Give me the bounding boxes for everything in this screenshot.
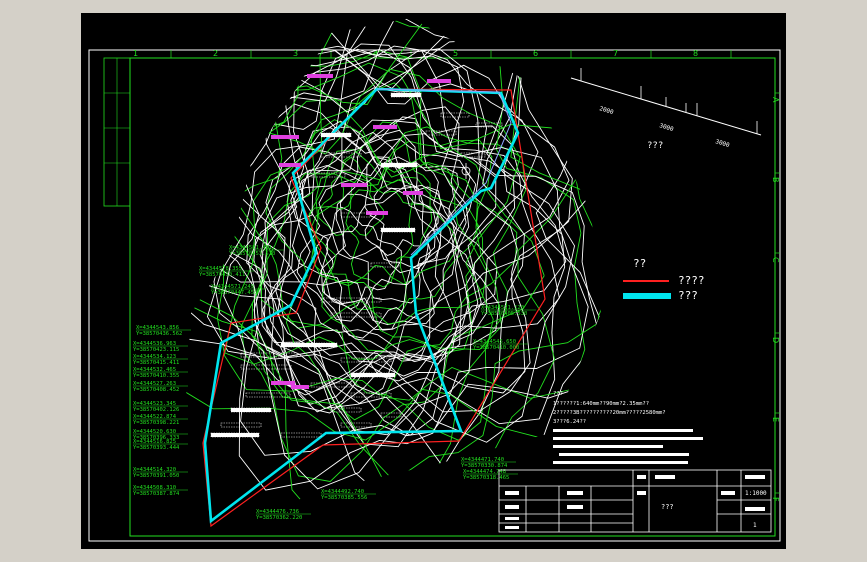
elevation-text-block bbox=[380, 412, 402, 418]
legend: ?? ???? ??? bbox=[623, 257, 705, 302]
coordinate-y-label: Y=38570402.126 bbox=[133, 407, 179, 413]
elevation-text-block bbox=[320, 132, 352, 138]
grid-column-number: 5 bbox=[453, 49, 458, 58]
contour-line bbox=[181, 18, 525, 413]
legend-label: ???? bbox=[678, 274, 705, 287]
grid-row-letter: F bbox=[771, 497, 780, 502]
elevation-text-block bbox=[440, 112, 470, 118]
coordinate-y-label: Y=38570387.874 bbox=[133, 491, 180, 497]
scale-caption: ??? bbox=[647, 141, 663, 151]
grid-column-number: 7 bbox=[613, 49, 618, 58]
grid-column-number: 6 bbox=[533, 49, 538, 58]
grid-row-letter: A bbox=[771, 97, 780, 103]
notes-line: 3???6.24?? bbox=[553, 419, 586, 425]
elevation-text-block bbox=[230, 407, 272, 413]
grid-column-number: 1 bbox=[133, 49, 138, 58]
legend-title: ?? bbox=[633, 257, 646, 270]
elevation-text-block bbox=[380, 162, 418, 168]
notes-line: 2?????3B??????????20mm?????2580mm? bbox=[553, 410, 666, 416]
coordinate-y-label: Y=38570453.530 bbox=[229, 251, 275, 257]
side-strip-dividers bbox=[104, 58, 130, 206]
elevation-text-block bbox=[280, 342, 338, 348]
contour-line bbox=[266, 82, 488, 329]
coordinate-y-label: Y=38570318.465 bbox=[463, 475, 509, 481]
contour-line bbox=[322, 206, 402, 310]
scale-tick-label: 3000 bbox=[658, 122, 674, 133]
elevation-text-block bbox=[220, 422, 262, 428]
elevation-text-block bbox=[380, 227, 416, 233]
grid-column-number: 3 bbox=[293, 49, 298, 58]
coordinate-y-label: Y=38570362.220 bbox=[256, 515, 302, 521]
contour-lines bbox=[181, 18, 601, 525]
elevation-text-block bbox=[390, 92, 422, 98]
drawing-name: ??? bbox=[661, 503, 674, 511]
contour-line bbox=[296, 126, 458, 322]
coordinate-y-label: Y=38570410.355 bbox=[133, 373, 179, 379]
cad-model-viewport[interactable]: 12345678ABCDEF X=4344581.421 Y=38570453.5… bbox=[81, 13, 786, 549]
elevation-text-block bbox=[210, 432, 260, 438]
legend-label: ??? bbox=[678, 289, 698, 302]
sheet-number: 1 bbox=[753, 522, 757, 529]
coordinate-y-label: Y=38570385.556 bbox=[321, 495, 367, 501]
grid-column-number: 8 bbox=[693, 49, 698, 58]
coordinate-y-label: Y=38570393.444 bbox=[133, 445, 180, 451]
elevation-text-block bbox=[350, 372, 396, 378]
coordinate-y-label: Y=38570436.562 bbox=[136, 331, 182, 337]
cad-drawing: 1 2 3 4 5 6 7 8ABCDEF X=4344581.421Y=38570453.5… bbox=[88, 18, 781, 542]
grid-row-letter: B bbox=[771, 177, 780, 183]
grid-row-letter: C bbox=[771, 257, 780, 263]
coordinate-y-label: Y=38570391.050 bbox=[133, 473, 179, 479]
coordinate-y-label: Y=38570450.411 bbox=[199, 272, 245, 278]
grid-row-letter: E bbox=[771, 417, 780, 422]
legend-swatch-cyan bbox=[623, 293, 671, 299]
notes-heading: ??? bbox=[553, 391, 563, 397]
title-block bbox=[498, 469, 772, 533]
scale-bar: 2000 3000 3000 ??? bbox=[570, 68, 762, 151]
coordinate-y-label: Y=38570405.530 bbox=[481, 311, 527, 317]
coordinate-y-label: Y=38570447.450 bbox=[211, 290, 257, 296]
drawing-notes: ??? 1??????1:640mm??90mm?2.35mm?? 2?????… bbox=[553, 391, 703, 464]
coordinate-y-label: Y=38570398.221 bbox=[133, 420, 179, 426]
elevation-text-block bbox=[245, 392, 291, 398]
notes-line: 1??????1:640mm??90mm?2.35mm?? bbox=[553, 401, 649, 407]
grid-column-number: 2 bbox=[213, 49, 218, 58]
elevation-text-block bbox=[370, 262, 400, 268]
sheet-outer-border bbox=[88, 49, 781, 542]
coordinate-y-label: Y=38570415.411 bbox=[133, 360, 179, 366]
coordinate-y-label: Y=38570408.452 bbox=[133, 387, 179, 393]
title-block-text: ??? 1:1000 1 bbox=[505, 475, 767, 529]
contour-line bbox=[311, 139, 493, 353]
coordinate-y-label: Y=38570423.115 bbox=[133, 347, 179, 353]
grid-row-letter: D bbox=[771, 337, 780, 343]
drawing-scale: 1:1000 bbox=[745, 490, 767, 497]
coordinate-y-label: Y=38570410.000 bbox=[473, 345, 519, 351]
scale-tick-label: 2000 bbox=[598, 105, 614, 116]
scale-tick-label: 3000 bbox=[714, 138, 730, 149]
